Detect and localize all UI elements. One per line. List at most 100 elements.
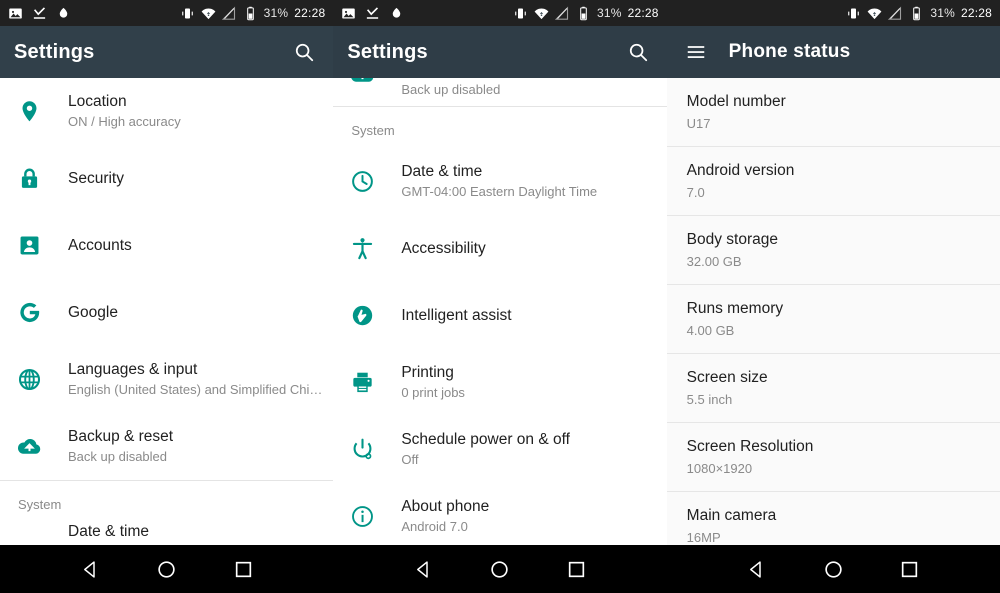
signal-off-icon (221, 6, 237, 21)
info-row-screen-size[interactable]: Screen size 5.5 inch (666, 354, 1000, 423)
settings-row-accessibility[interactable]: Accessibility (333, 215, 667, 282)
check-download-icon (365, 6, 380, 21)
settings-row-text: Google (68, 303, 118, 323)
clock-time-right: 22:28 (960, 6, 992, 20)
settings-row-backup-cutoff[interactable]: Back up disabled (333, 78, 667, 106)
info-key: Screen Resolution (686, 438, 814, 455)
settings-list-left[interactable]: Location ON / High accuracy Security Acc… (0, 78, 334, 593)
settings-row-languages[interactable]: Languages & input English (United States… (0, 346, 334, 413)
battery-percent-left: 31% (263, 6, 289, 20)
page-title-right: Phone status (728, 41, 851, 62)
settings-row-security[interactable]: Security (0, 145, 334, 212)
recents-square-icon[interactable] (559, 552, 593, 586)
settings-row-intelligent-assist[interactable]: Intelligent assist (333, 282, 667, 349)
wifi-icon (534, 6, 549, 21)
cloud-upload-icon (14, 432, 44, 462)
info-row-screen-resolution[interactable]: Screen Resolution 1080×1920 (666, 423, 1000, 492)
settings-row-accounts[interactable]: Accounts (0, 212, 334, 279)
battery-icon (576, 6, 591, 21)
panel-settings-middle: 31% 22:28 Settings Back up disabled Syst… (333, 0, 667, 593)
vibrate-icon (180, 6, 195, 21)
row-subtitle: English (United States) and Simplified C… (68, 382, 323, 397)
info-key: Model number (686, 93, 786, 110)
settings-row-location[interactable]: Location ON / High accuracy (0, 78, 334, 145)
row-title: Backup & reset (68, 428, 174, 445)
info-key: Main camera (686, 507, 777, 524)
info-key: Screen size (686, 369, 768, 386)
row-title: Intelligent assist (401, 306, 512, 324)
nav-group-right (667, 545, 1000, 593)
phone-status-list[interactable]: Model number U17 Android version 7.0 Bod… (666, 78, 1000, 593)
recents-square-icon[interactable] (893, 552, 927, 586)
settings-row-google[interactable]: Google (0, 279, 334, 346)
back-triangle-icon[interactable] (407, 552, 441, 586)
info-row-body-storage[interactable]: Body storage 32.00 GB (666, 216, 1000, 285)
settings-row-text: Date & time GMT-04:00 Eastern Daylight T… (401, 162, 597, 201)
settings-row-text: About phone Android 7.0 (401, 497, 489, 536)
clock-time-left: 22:28 (294, 6, 326, 20)
search-icon[interactable] (623, 37, 653, 67)
row-subtitle: Off (401, 452, 419, 467)
info-value: 32.00 GB (686, 254, 742, 269)
info-value: U17 (686, 116, 711, 131)
wifi-icon (867, 6, 882, 21)
battery-icon (909, 6, 924, 21)
status-icons-left (8, 6, 71, 21)
back-triangle-icon[interactable] (740, 552, 774, 586)
recents-square-icon[interactable] (226, 552, 260, 586)
image-icon (8, 6, 23, 21)
home-circle-icon[interactable] (483, 552, 517, 586)
intelligent-assist-icon (347, 301, 377, 331)
toolbar-settings-middle: Settings (333, 26, 667, 78)
info-row-model-number[interactable]: Model number U17 (666, 78, 1000, 147)
droplet-icon (389, 6, 404, 21)
droplet-icon (56, 6, 71, 21)
hamburger-icon[interactable] (681, 37, 711, 67)
settings-row-schedule-power[interactable]: Schedule power on & off Off (333, 416, 667, 483)
status-bar-left: 31% 22:28 (0, 0, 334, 26)
nav-group-middle (333, 545, 666, 593)
status-bar-middle: 31% 22:28 (333, 0, 667, 26)
section-header-system-middle: System (333, 106, 667, 148)
settings-row-printing[interactable]: Printing 0 print jobs (333, 349, 667, 416)
settings-row-text: Security (68, 169, 124, 189)
image-icon (341, 6, 356, 21)
settings-row-backup-reset[interactable]: Backup & reset Back up disabled (0, 413, 334, 480)
info-value: 7.0 (686, 185, 705, 200)
settings-row-about-phone[interactable]: About phone Android 7.0 (333, 483, 667, 550)
section-header-system-left: System (0, 480, 334, 522)
settings-row-text: Accounts (68, 236, 132, 256)
info-icon (347, 502, 377, 532)
row-subtitle: ON / High accuracy (68, 114, 181, 129)
lock-icon (14, 164, 44, 194)
row-title: About phone (401, 498, 490, 515)
settings-row-date-time[interactable]: Date & time GMT-04:00 Eastern Daylight T… (333, 148, 667, 215)
info-row-android-version[interactable]: Android version 7.0 (666, 147, 1000, 216)
row-subtitle: Android 7.0 (401, 519, 468, 534)
home-circle-icon[interactable] (816, 552, 850, 586)
google-g-icon (14, 298, 44, 328)
accessibility-icon (347, 234, 377, 264)
search-icon[interactable] (289, 37, 319, 67)
info-row-runs-memory[interactable]: Runs memory 4.00 GB (666, 285, 1000, 354)
info-value: 4.00 GB (686, 323, 735, 338)
account-icon (14, 231, 44, 261)
settings-list-middle[interactable]: Back up disabled System Date & time GMT-… (333, 78, 667, 593)
clock-icon (347, 167, 377, 197)
check-download-icon (32, 6, 47, 21)
status-icons-right: 31% 22:28 (846, 6, 992, 21)
vibrate-icon (513, 6, 528, 21)
info-key: Runs memory (686, 300, 784, 317)
row-title: Security (68, 169, 124, 187)
row-subtitle: Back up disabled (68, 449, 168, 464)
row-subtitle: 0 print jobs (401, 385, 465, 400)
settings-row-date-time-cutoff[interactable]: Date & time (0, 522, 333, 544)
settings-row-text: Languages & input English (United States… (68, 360, 322, 399)
three-panel-screenshot: 31% 22:28 Settings Location ON / High ac… (0, 0, 1000, 593)
back-triangle-icon[interactable] (73, 552, 107, 586)
battery-icon (243, 6, 258, 21)
printer-icon (347, 368, 377, 398)
home-circle-icon[interactable] (150, 552, 184, 586)
page-title-left: Settings (14, 40, 95, 63)
page-title-middle: Settings (347, 40, 428, 63)
